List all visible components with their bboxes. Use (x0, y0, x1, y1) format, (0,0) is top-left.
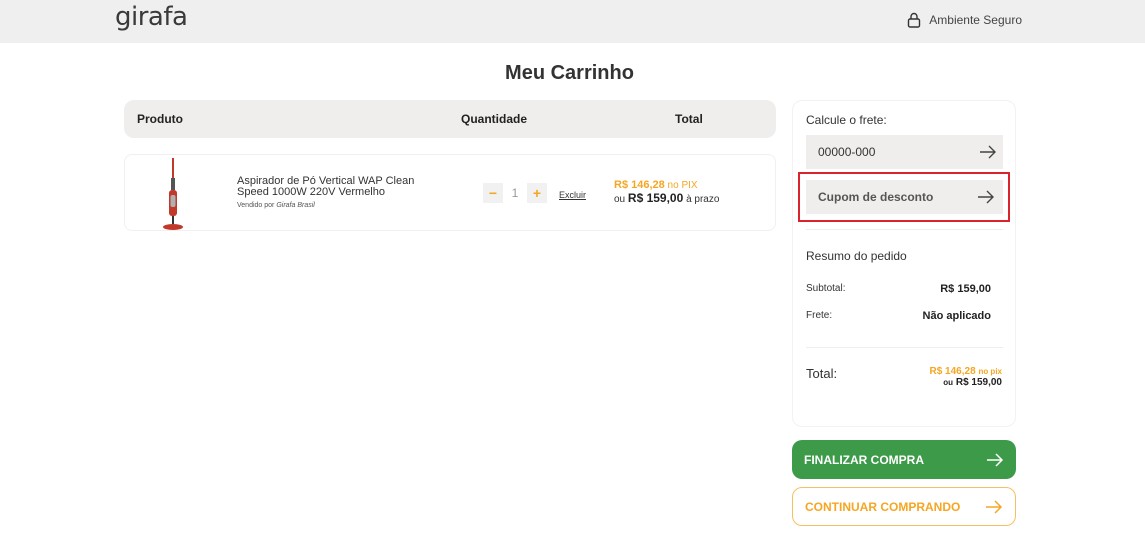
remove-item-link[interactable]: Excluir (559, 190, 586, 200)
top-bar: girafa Ambiente Seguro (0, 0, 1145, 43)
coupon-input[interactable]: Cupom de desconto (806, 180, 1003, 214)
secure-label: Ambiente Seguro (929, 13, 1022, 27)
logo[interactable]: girafa (115, 2, 188, 32)
lock-icon (908, 12, 921, 28)
item-price: R$ 146,28 no PIX ou R$ 159,00 à prazo (614, 179, 719, 205)
quantity-value: 1 (511, 186, 519, 200)
product-image (163, 158, 183, 230)
divider (806, 229, 1003, 230)
arrow-right-icon[interactable] (977, 190, 995, 204)
order-sidebar: Calcule o frete: 00000-000 Cupom de desc… (792, 100, 1016, 427)
total-prazo-prefix: ou (943, 378, 954, 387)
coupon-placeholder: Cupom de desconto (818, 190, 934, 204)
freight-row-value: Não aplicado (922, 310, 991, 322)
cart-table-header: Produto Quantidade Total (124, 100, 776, 138)
finish-purchase-button[interactable]: FINALIZAR COMPRA (792, 440, 1016, 479)
arrow-right-icon (987, 452, 1004, 467)
cep-value: 00000-000 (818, 145, 876, 159)
continue-shopping-button[interactable]: CONTINUAR COMPRANDO (792, 487, 1016, 526)
pix-label: no PIX (667, 180, 698, 191)
secure-environment: Ambiente Seguro (907, 12, 1022, 28)
header-product: Produto (137, 112, 183, 126)
subtotal-value: R$ 159,00 (940, 283, 991, 295)
continue-shopping-label: CONTINUAR COMPRANDO (805, 499, 961, 514)
seller-prefix: Vendido por (237, 202, 275, 209)
coupon-highlight: Cupom de desconto (798, 172, 1010, 222)
cart-item-row: Aspirador de Pó Vertical WAP Clean Speed… (124, 154, 776, 231)
arrow-right-icon[interactable] (979, 145, 997, 159)
total-pix-price: R$ 146,28 (929, 366, 976, 377)
freight-label: Calcule o frete: (806, 113, 887, 127)
divider (806, 347, 1003, 348)
product-name[interactable]: Aspirador de Pó Vertical WAP Clean Speed… (237, 176, 437, 198)
header-quantity: Quantidade (461, 112, 528, 126)
total-label: Total: (806, 366, 838, 381)
total-pix-label: no pix (978, 367, 1002, 376)
pix-price: R$ 146,28 (614, 179, 665, 191)
total-values: R$ 146,28 no pix ou R$ 159,00 (930, 366, 1003, 388)
quantity-stepper: − 1 + (483, 183, 547, 203)
summary-title: Resumo do pedido (806, 249, 907, 263)
freight-row: Frete: Não aplicado (806, 310, 991, 322)
decrease-quantity-button[interactable]: − (483, 183, 503, 203)
installment-prefix: ou (614, 194, 626, 205)
installment-suffix: à prazo (686, 194, 720, 205)
header-total: Total (675, 112, 703, 126)
total-prazo-price: R$ 159,00 (955, 377, 1002, 388)
subtotal-label: Subtotal: (806, 283, 846, 294)
increase-quantity-button[interactable]: + (527, 183, 547, 203)
cep-input[interactable]: 00000-000 (806, 135, 1003, 169)
product-seller: Vendido por Girafa Brasil (237, 202, 315, 209)
freight-row-label: Frete: (806, 310, 833, 321)
seller-name: Girafa Brasil (276, 202, 315, 209)
subtotal-row: Subtotal: R$ 159,00 (806, 283, 991, 295)
installment-price: R$ 159,00 (627, 191, 684, 205)
page-title: Meu Carrinho (505, 62, 634, 84)
finish-purchase-label: FINALIZAR COMPRA (804, 452, 924, 467)
arrow-right-icon (986, 499, 1003, 514)
